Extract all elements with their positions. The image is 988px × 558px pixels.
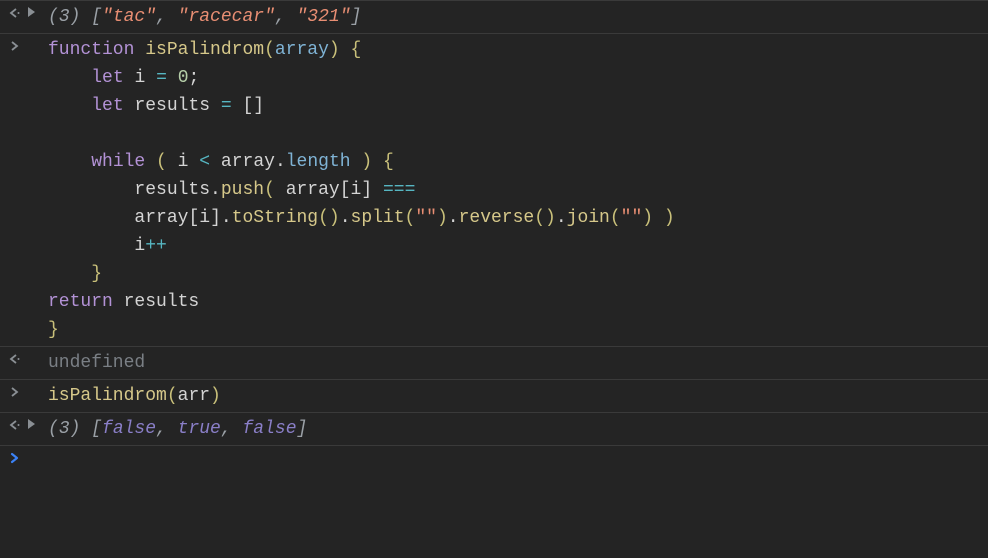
expand-icon[interactable]: [26, 415, 44, 430]
console-prompt-row[interactable]: [0, 445, 988, 467]
console-input-row: isPalindrom(arr): [0, 379, 988, 412]
code-block[interactable]: function isPalindrom(array) { let i = 0;…: [44, 36, 988, 344]
console-result-row: (3) [false, true, false]: [0, 412, 988, 445]
input-indicator-icon: [4, 382, 26, 399]
call-expression[interactable]: isPalindrom(arr): [44, 382, 988, 410]
result-array[interactable]: (3) ["tac", "racecar", "321"]: [44, 3, 988, 31]
result-array[interactable]: (3) [false, true, false]: [44, 415, 988, 443]
console-result-row: undefined: [0, 346, 988, 379]
undefined-result: undefined: [44, 349, 988, 377]
expand-icon[interactable]: [26, 3, 44, 18]
prompt-indicator-icon: [4, 448, 26, 465]
output-indicator-icon: [4, 3, 26, 20]
output-indicator-icon: [4, 415, 26, 432]
console-input-row: function isPalindrom(array) { let i = 0;…: [0, 33, 988, 346]
input-indicator-icon: [4, 36, 26, 53]
output-indicator-icon: [4, 349, 26, 366]
console-result-row: (3) ["tac", "racecar", "321"]: [0, 0, 988, 33]
